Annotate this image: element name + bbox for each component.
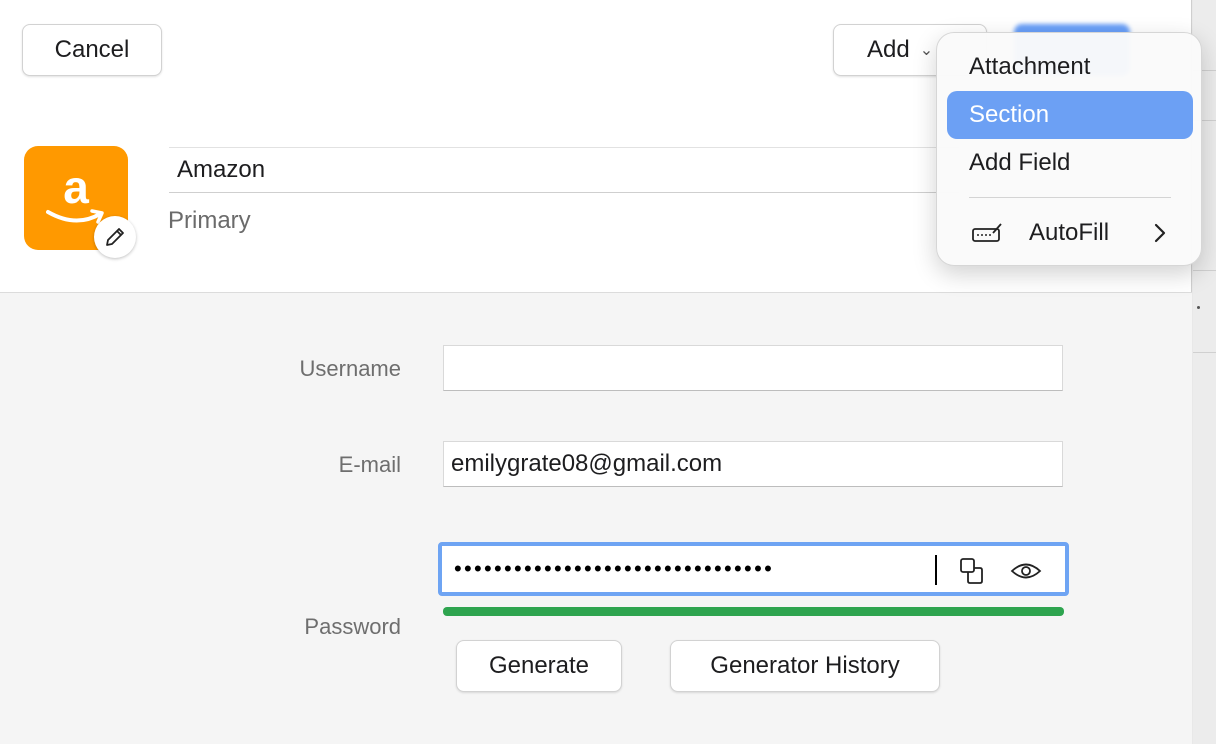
eye-icon[interactable] (1009, 556, 1043, 586)
menu-item-add-field[interactable]: Add Field (947, 139, 1193, 187)
add-button-label: Add (867, 36, 910, 63)
email-field[interactable]: emilygrate08@gmail.com (443, 441, 1063, 487)
username-label: Username (299, 356, 401, 381)
password-strength-meter (443, 607, 1064, 616)
menu-separator (969, 197, 1171, 198)
chevron-right-icon (1154, 223, 1166, 243)
menu-item-attachment[interactable]: Attachment (947, 43, 1193, 91)
autofill-icon (972, 223, 1002, 242)
copy-icon[interactable] (957, 556, 987, 586)
menu-item-autofill[interactable]: AutoFill (947, 209, 1193, 257)
text-caret (935, 555, 937, 585)
menu-item-section[interactable]: Section (947, 91, 1193, 139)
pencil-icon (106, 228, 124, 246)
password-label: Password (304, 614, 401, 639)
password-masked-value: •••••••••••••••••••••••••••••••• (454, 556, 775, 581)
username-field[interactable] (443, 345, 1063, 391)
chevron-down-icon: ⌄ (919, 42, 934, 59)
email-label: E-mail (338, 452, 401, 477)
generate-button[interactable]: Generate (456, 640, 622, 692)
autofill-label: AutoFill (1029, 219, 1110, 246)
edit-icon-button[interactable] (94, 216, 136, 258)
generator-history-button[interactable]: Generator History (670, 640, 940, 692)
vault-name: Primary (168, 207, 251, 234)
item-title-input[interactable]: Amazon (169, 147, 959, 193)
cancel-button[interactable]: Cancel (22, 24, 162, 76)
add-dropdown-menu: Attachment Section Add Field AutoFill (936, 32, 1202, 266)
password-field[interactable]: •••••••••••••••••••••••••••••••• (438, 542, 1069, 596)
